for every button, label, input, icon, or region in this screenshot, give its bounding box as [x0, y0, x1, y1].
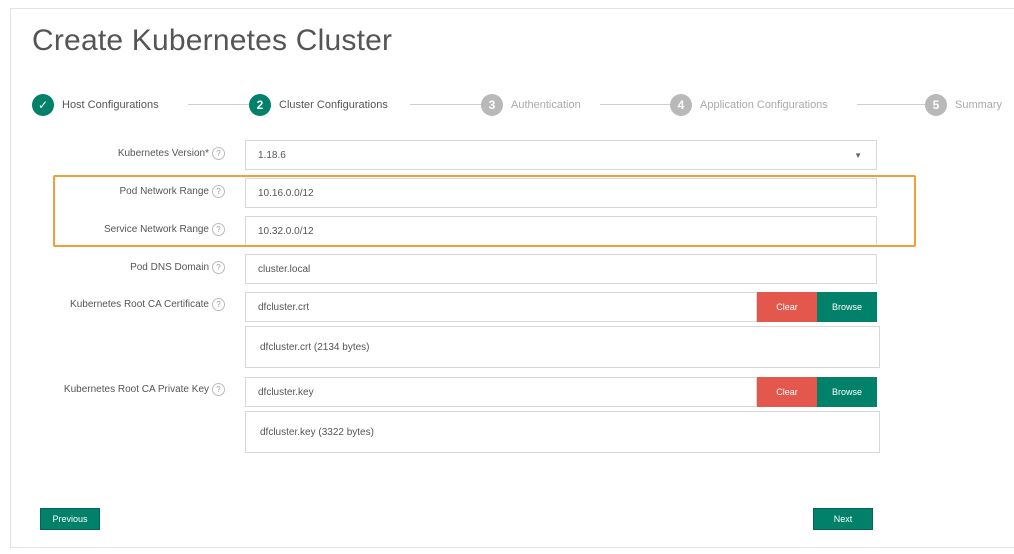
step-label: Authentication	[511, 99, 581, 111]
root-ca-private-key-label: Kubernetes Root CA Private Key?	[20, 383, 225, 396]
help-icon[interactable]: ?	[212, 223, 225, 236]
step-connector	[600, 104, 672, 105]
certificate-browse-button[interactable]: Browse	[817, 292, 877, 322]
root-ca-certificate-label: Kubernetes Root CA Certificate?	[20, 298, 225, 311]
next-button[interactable]: Next	[813, 508, 873, 530]
label-text: Kubernetes Version*	[117, 148, 209, 160]
service-network-range-input[interactable]: 10.32.0.0/12	[245, 216, 877, 246]
pod-network-range-input[interactable]: 10.16.0.0/12	[245, 178, 877, 208]
service-network-range-label: Service Network Range?	[20, 223, 225, 236]
kubernetes-version-select[interactable]: 1.18.6 ▼	[245, 140, 877, 170]
step-connector	[857, 104, 927, 105]
step-label: Application Configurations	[700, 99, 828, 111]
step-number-badge: 2	[249, 94, 271, 116]
label-text: Kubernetes Root CA Private Key	[63, 384, 209, 396]
label-text: Pod DNS Domain	[130, 262, 209, 274]
step-authentication[interactable]: 3 Authentication	[481, 92, 581, 118]
private-key-browse-button[interactable]: Browse	[817, 377, 877, 407]
help-icon[interactable]: ?	[212, 298, 225, 311]
step-label: Summary	[955, 99, 1003, 111]
help-icon[interactable]: ?	[212, 185, 225, 198]
private-key-file-info: dfcluster.key (3322 bytes)	[245, 411, 880, 453]
step-number-badge: 5	[925, 94, 947, 116]
step-number-badge: 3	[481, 94, 503, 116]
kubernetes-version-label: Kubernetes Version*?	[20, 147, 225, 160]
label-text: Service Network Range	[103, 224, 209, 236]
private-key-clear-button[interactable]: Clear	[757, 377, 817, 407]
certificate-clear-button[interactable]: Clear	[757, 292, 817, 322]
pod-dns-domain-input[interactable]: cluster.local	[245, 254, 877, 284]
page-title: Create Kubernetes Cluster	[32, 24, 393, 57]
step-cluster-configurations[interactable]: 2 Cluster Configurations	[249, 92, 388, 118]
caret-down-icon: ▼	[854, 151, 862, 160]
pod-dns-domain-label: Pod DNS Domain?	[20, 261, 225, 274]
help-icon[interactable]: ?	[212, 147, 225, 160]
step-connector	[410, 104, 482, 105]
step-host-configurations[interactable]: ✓ Host Configurations	[32, 92, 159, 118]
select-value: 1.18.6	[258, 149, 286, 161]
step-number-badge: 4	[670, 94, 692, 116]
step-label: Cluster Configurations	[279, 99, 388, 111]
label-text: Pod Network Range	[119, 186, 210, 198]
help-icon[interactable]: ?	[212, 383, 225, 396]
root-ca-private-key-file-input[interactable]: dfcluster.key	[245, 377, 757, 407]
root-ca-certificate-file-input[interactable]: dfcluster.crt	[245, 292, 757, 322]
step-application-configurations[interactable]: 4 Application Configurations	[670, 92, 828, 118]
step-label: Host Configurations	[62, 99, 159, 111]
help-icon[interactable]: ?	[212, 261, 225, 274]
certificate-file-info: dfcluster.crt (2134 bytes)	[245, 326, 880, 368]
label-text: Kubernetes Root CA Certificate	[70, 299, 209, 311]
step-connector	[188, 104, 250, 105]
pod-network-range-label: Pod Network Range?	[20, 185, 225, 198]
previous-button[interactable]: Previous	[40, 508, 100, 530]
wizard-stepper: ✓ Host Configurations 2 Cluster Configur…	[32, 92, 1014, 118]
step-summary[interactable]: 5 Summary	[925, 92, 1002, 118]
checkmark-icon: ✓	[32, 94, 54, 116]
